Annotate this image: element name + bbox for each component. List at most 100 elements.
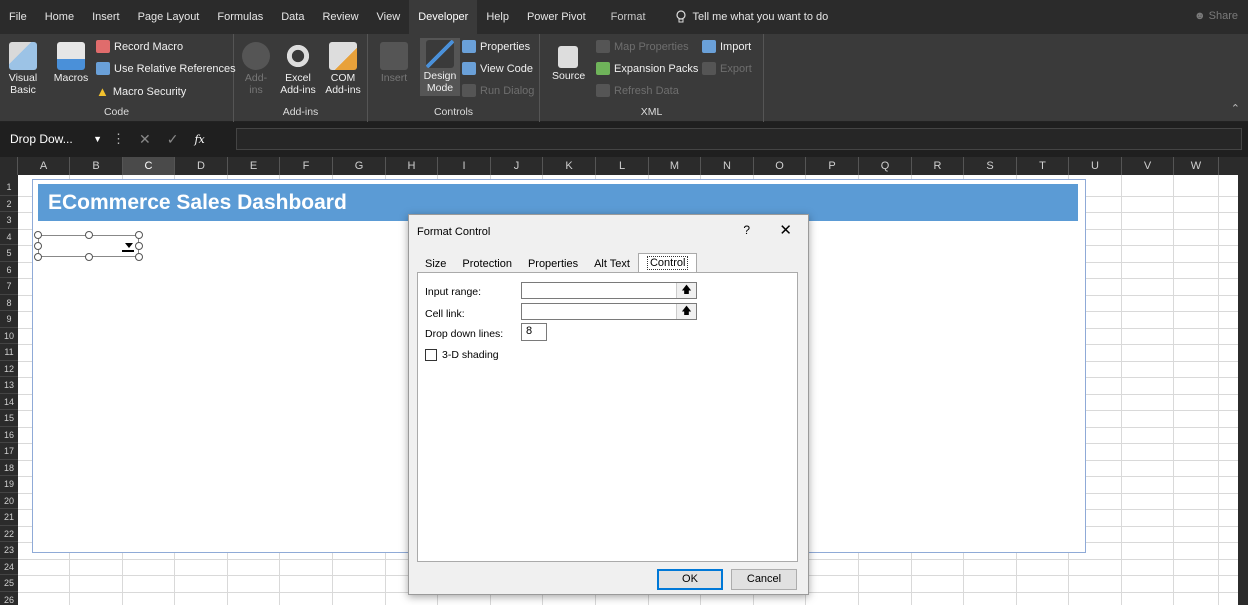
import-button[interactable]: Import <box>702 40 751 53</box>
tab-developer[interactable]: Developer <box>409 0 478 34</box>
design-mode-button[interactable]: Design Mode <box>420 38 460 96</box>
column-header-d[interactable]: D <box>175 157 228 175</box>
view-code-button[interactable]: View Code <box>462 62 533 75</box>
share-button[interactable]: ☻ Share <box>1194 10 1238 22</box>
visual-basic-button[interactable]: Visual Basic <box>6 42 40 96</box>
column-header-u[interactable]: U <box>1069 157 1122 175</box>
tab-insert[interactable]: Insert <box>83 0 129 34</box>
cancel-button[interactable]: Cancel <box>731 569 797 590</box>
insert-control-button[interactable]: Insert <box>380 42 408 84</box>
row-header-21[interactable]: 21 <box>0 509 18 526</box>
drop-down-lines-field[interactable]: 8 <box>521 323 547 341</box>
refresh-data-button[interactable]: Refresh Data <box>596 84 679 97</box>
tab-control[interactable]: Control <box>637 253 698 274</box>
row-header-7[interactable]: 7 <box>0 278 18 295</box>
tab-data[interactable]: Data <box>272 0 313 34</box>
resize-handle[interactable] <box>135 253 143 261</box>
input-range-field[interactable]: 🡅 <box>521 282 697 299</box>
collapse-ribbon-icon[interactable]: ⌃ <box>1231 102 1240 115</box>
row-header-14[interactable]: 14 <box>0 394 18 410</box>
column-header-k[interactable]: K <box>543 157 596 175</box>
help-button[interactable]: ? <box>743 223 750 237</box>
row-header-22[interactable]: 22 <box>0 526 18 542</box>
column-header-j[interactable]: J <box>491 157 543 175</box>
row-header-26[interactable]: 26 <box>0 592 18 605</box>
column-header-c[interactable]: C <box>123 157 175 175</box>
row-header-9[interactable]: 9 <box>0 311 18 328</box>
resize-handle[interactable] <box>85 253 93 261</box>
resize-handle[interactable] <box>34 242 42 250</box>
more-options-icon[interactable]: ⋮ <box>112 131 125 147</box>
tab-review[interactable]: Review <box>313 0 367 34</box>
tab-format[interactable]: Format <box>595 0 655 34</box>
tab-view[interactable]: View <box>368 0 410 34</box>
tab-help[interactable]: Help <box>477 0 518 34</box>
column-header-o[interactable]: O <box>754 157 806 175</box>
range-picker-icon[interactable]: 🡅 <box>676 283 696 298</box>
row-header-16[interactable]: 16 <box>0 427 18 443</box>
close-icon[interactable]: ✕ <box>779 221 792 239</box>
row-header-10[interactable]: 10 <box>0 328 18 344</box>
row-header-5[interactable]: 5 <box>0 245 18 262</box>
column-header-n[interactable]: N <box>701 157 754 175</box>
com-addins-button[interactable]: COM Add-ins <box>322 42 364 96</box>
addins-button[interactable]: Add- ins <box>242 42 270 96</box>
row-header-2[interactable]: 2 <box>0 196 18 212</box>
ok-button[interactable]: OK <box>657 569 723 590</box>
resize-handle[interactable] <box>135 242 143 250</box>
row-header-1[interactable]: 1 <box>0 179 18 196</box>
excel-addins-button[interactable]: Excel Add-ins <box>278 42 318 96</box>
select-all-corner[interactable] <box>0 157 18 175</box>
tell-me-box[interactable]: Tell me what you want to do <box>675 10 828 24</box>
row-header-6[interactable]: 6 <box>0 262 18 278</box>
tab-home[interactable]: Home <box>36 0 83 34</box>
cell-link-field[interactable]: 🡅 <box>521 303 697 320</box>
cancel-icon[interactable]: ✕ <box>139 131 151 148</box>
row-header-15[interactable]: 15 <box>0 410 18 427</box>
row-header-13[interactable]: 13 <box>0 377 18 394</box>
column-header-b[interactable]: B <box>70 157 123 175</box>
resize-handle[interactable] <box>135 231 143 239</box>
row-header-3[interactable]: 3 <box>0 212 18 229</box>
formula-input[interactable] <box>236 128 1242 150</box>
tab-file[interactable]: File <box>0 0 36 34</box>
column-header-h[interactable]: H <box>386 157 438 175</box>
row-header-4[interactable]: 4 <box>0 229 18 245</box>
macro-security-button[interactable]: ▲ Macro Security <box>96 84 186 99</box>
resize-handle[interactable] <box>85 231 93 239</box>
row-header-25[interactable]: 25 <box>0 575 18 592</box>
column-header-m[interactable]: M <box>649 157 701 175</box>
column-header-r[interactable]: R <box>912 157 964 175</box>
column-header-e[interactable]: E <box>228 157 280 175</box>
source-button[interactable]: Source <box>552 46 585 82</box>
insert-function-icon[interactable]: fx <box>194 133 204 146</box>
row-header-24[interactable]: 24 <box>0 559 18 575</box>
row-header-20[interactable]: 20 <box>0 493 18 509</box>
column-header-w[interactable]: W <box>1174 157 1219 175</box>
row-header-12[interactable]: 12 <box>0 361 18 377</box>
expansion-packs-button[interactable]: Expansion Packs <box>596 62 698 75</box>
column-header-q[interactable]: Q <box>859 157 912 175</box>
record-macro-button[interactable]: Record Macro <box>96 40 183 53</box>
3d-shading-checkbox[interactable] <box>425 349 437 361</box>
properties-button[interactable]: Properties <box>462 40 530 53</box>
resize-handle[interactable] <box>34 231 42 239</box>
tab-formulas[interactable]: Formulas <box>208 0 272 34</box>
row-header-23[interactable]: 23 <box>0 542 18 559</box>
enter-icon[interactable]: ✓ <box>167 131 179 148</box>
column-header-v[interactable]: V <box>1122 157 1174 175</box>
vertical-scrollbar[interactable] <box>1238 175 1248 605</box>
column-header-l[interactable]: L <box>596 157 649 175</box>
run-dialog-button[interactable]: Run Dialog <box>462 84 534 97</box>
column-header-t[interactable]: T <box>1017 157 1069 175</box>
row-header-17[interactable]: 17 <box>0 443 18 460</box>
column-header-f[interactable]: F <box>280 157 333 175</box>
row-header-18[interactable]: 18 <box>0 460 18 476</box>
use-relative-references-button[interactable]: Use Relative References <box>96 62 236 75</box>
name-box[interactable]: Drop Dow... ▼ <box>6 128 106 150</box>
map-properties-button[interactable]: Map Properties <box>596 40 689 53</box>
resize-handle[interactable] <box>34 253 42 261</box>
row-header-19[interactable]: 19 <box>0 476 18 493</box>
row-header-8[interactable]: 8 <box>0 295 18 311</box>
export-button[interactable]: Export <box>702 62 752 75</box>
